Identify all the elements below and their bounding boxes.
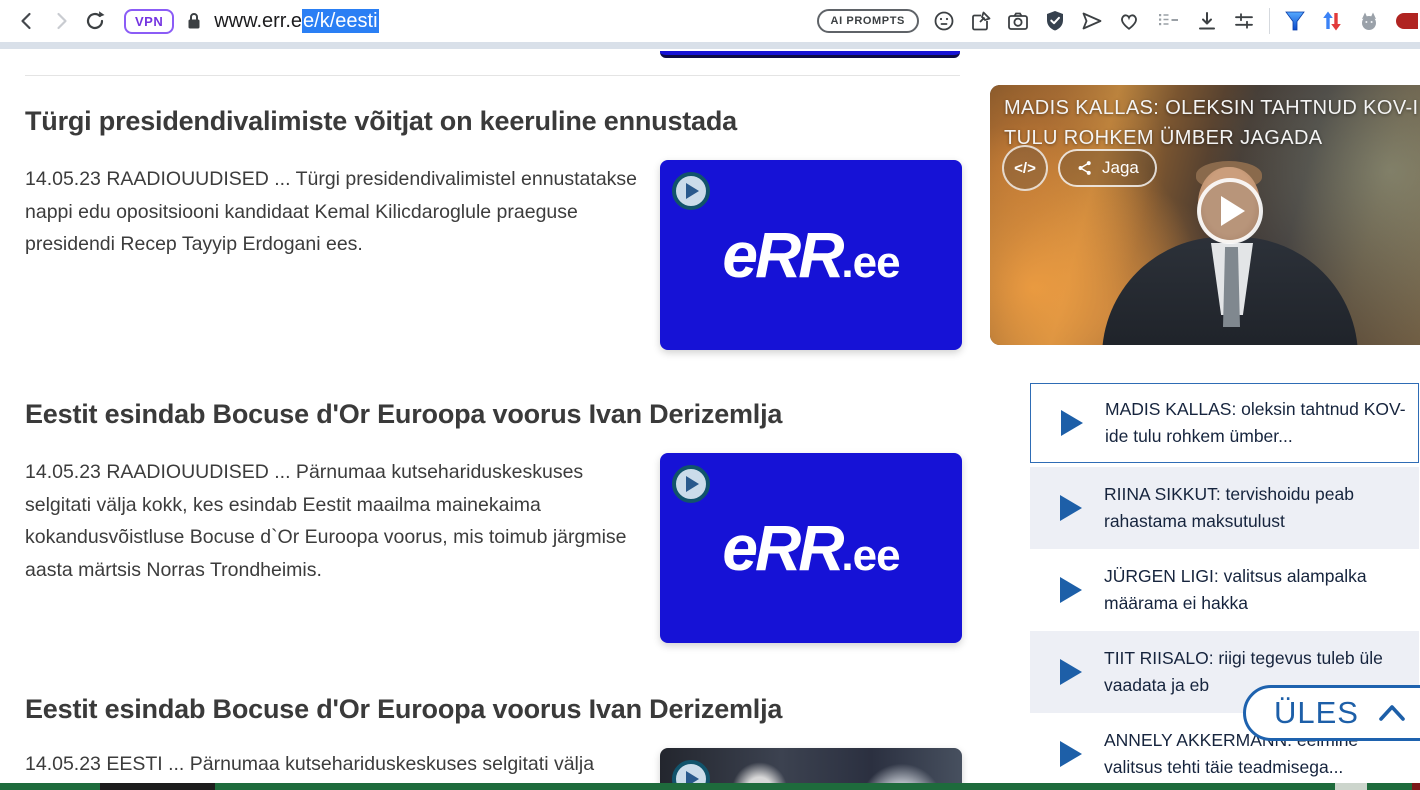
taskbar-edge — [0, 783, 1420, 790]
article-body: 14.05.23 RAADIOUUDISED ... Türgi preside… — [25, 168, 638, 255]
play-badge-icon — [672, 172, 710, 210]
back-icon — [21, 12, 31, 30]
back-to-top-button[interactable]: ÜLES — [1243, 685, 1420, 741]
playlist-item-label: RIINA SIKKUT: tervishoidu peab rahastama… — [1104, 484, 1354, 531]
toolbar-divider — [1269, 8, 1270, 34]
article-headline[interactable]: Eestit esindab Bocuse d'Or Euroopa vooru… — [25, 399, 815, 430]
forward-button[interactable] — [44, 4, 78, 38]
video-play-button[interactable] — [1197, 178, 1263, 244]
forward-icon — [57, 12, 67, 30]
play-triangle-icon — [1060, 741, 1082, 767]
red-partial-extension-icon[interactable] — [1394, 9, 1418, 33]
lock-icon[interactable] — [182, 9, 206, 33]
video-title-line1: MADIS KALLAS: OLEKSIN TAHTNUD KOV-I — [1004, 97, 1419, 119]
article-thumbnail[interactable]: eRR.ee — [660, 453, 962, 643]
err-logo: eRR.ee — [722, 219, 900, 291]
taskbar-edge-segment — [100, 783, 215, 790]
blue-funnel-extension-icon[interactable] — [1283, 9, 1307, 33]
reload-button[interactable] — [78, 4, 112, 38]
playlist-item[interactable]: RIINA SIKKUT: tervishoidu peab rahastama… — [1030, 467, 1419, 549]
embed-icon: </> — [1014, 159, 1036, 177]
toolbar-right: AI PROMPTS — [816, 0, 1418, 42]
vpn-badge[interactable]: VPN — [124, 8, 175, 34]
mood-face-icon[interactable] — [932, 9, 956, 33]
share-icon — [1078, 161, 1091, 175]
heart-icon[interactable] — [1117, 9, 1141, 33]
playlist-item-label: MADIS KALLAS: oleksin tahtnud KOV-ide tu… — [1105, 399, 1406, 446]
shield-check-icon[interactable] — [1043, 9, 1067, 33]
play-badge-icon — [672, 465, 710, 503]
ai-prompts-button[interactable]: AI PROMPTS — [816, 9, 919, 33]
download-icon[interactable] — [1195, 9, 1219, 33]
article-headline[interactable]: Türgi presidendivalimiste võitjat on kee… — [25, 106, 815, 137]
playlist-item-active[interactable]: MADIS KALLAS: oleksin tahtnud KOV-ide tu… — [1030, 383, 1419, 463]
video-player[interactable]: MADIS KALLAS: OLEKSIN TAHTNUD KOV-I TULU… — [990, 85, 1420, 345]
url-text: www.err.e — [214, 9, 303, 32]
back-to-top-label: ÜLES — [1274, 695, 1359, 730]
url-bar[interactable]: www.err.ee/k/eesti — [214, 8, 379, 33]
taskbar-edge-segment — [1412, 783, 1420, 790]
play-triangle-icon — [1060, 659, 1082, 685]
tune-sliders-icon[interactable] — [1232, 9, 1256, 33]
play-triangle-icon — [1061, 410, 1083, 436]
article-divider — [25, 75, 960, 76]
article-thumbnail[interactable]: eRR.ee — [660, 160, 962, 350]
article-body: 14.05.23 RAADIOUUDISED ... Pärnumaa kuts… — [25, 461, 627, 581]
article-body: 14.05.23 EESTI ... Pärnumaa kutseharidus… — [25, 753, 595, 775]
video-title-line2: TULU ROHKEM ÜMBER JAGADA — [1004, 127, 1323, 149]
back-button[interactable] — [10, 4, 44, 38]
playlist-item[interactable]: JÜRGEN LIGI: valitsus alampalka määrama … — [1030, 549, 1419, 631]
browser-window: VPN www.err.ee/k/eesti AI PROMPTS Türgi … — [0, 0, 1420, 790]
err-logo: eRR.ee — [722, 512, 900, 584]
embed-button[interactable]: </> — [1002, 145, 1048, 191]
pin-edit-icon[interactable] — [969, 9, 993, 33]
share-button[interactable]: Jaga — [1058, 149, 1157, 187]
speaker-tie — [1223, 247, 1240, 327]
play-triangle-icon — [1060, 577, 1082, 603]
toolbar-left: VPN www.err.ee/k/eesti — [10, 0, 379, 42]
playlist-item-label: JÜRGEN LIGI: valitsus alampalka määrama … — [1104, 566, 1367, 613]
browser-toolbar: VPN www.err.ee/k/eesti AI PROMPTS — [0, 0, 1420, 49]
taskbar-edge-segment — [1335, 783, 1367, 790]
article-list: Türgi presidendivalimiste võitjat on kee… — [0, 49, 962, 790]
reading-list-icon[interactable] — [1154, 9, 1182, 33]
article-headline[interactable]: Eestit esindab Bocuse d'Or Euroopa vooru… — [25, 694, 815, 725]
chevron-up-icon — [1379, 705, 1405, 721]
play-triangle-icon — [1060, 495, 1082, 521]
reload-icon — [86, 11, 105, 30]
transfer-arrows-extension-icon[interactable] — [1320, 9, 1344, 33]
send-icon[interactable] — [1080, 9, 1104, 33]
play-icon — [1221, 196, 1245, 226]
url-selected-text: e/k/eesti — [302, 8, 379, 33]
video-title: MADIS KALLAS: OLEKSIN TAHTNUD KOV-I TULU… — [1004, 93, 1419, 153]
camera-icon[interactable] — [1006, 9, 1030, 33]
gray-cat-extension-icon[interactable] — [1357, 9, 1381, 33]
previous-article-thumbnail-edge — [660, 51, 960, 58]
share-label: Jaga — [1102, 158, 1139, 177]
